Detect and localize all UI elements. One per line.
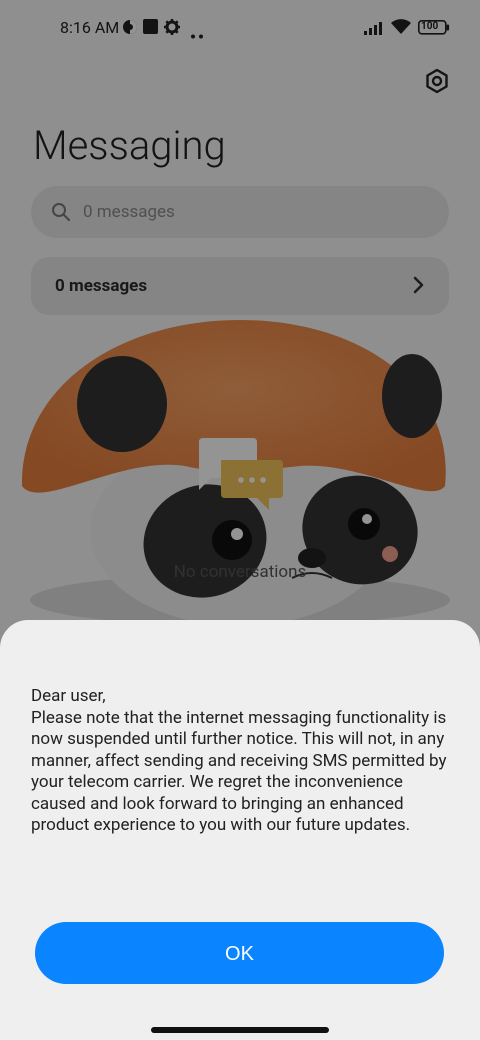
notice-message: Dear user, Please note that the internet… [31,686,447,835]
gesture-handle[interactable] [151,1027,329,1033]
ok-button[interactable]: OK [35,922,444,984]
notice-bottom-sheet: Dear user, Please note that the internet… [0,620,480,1040]
